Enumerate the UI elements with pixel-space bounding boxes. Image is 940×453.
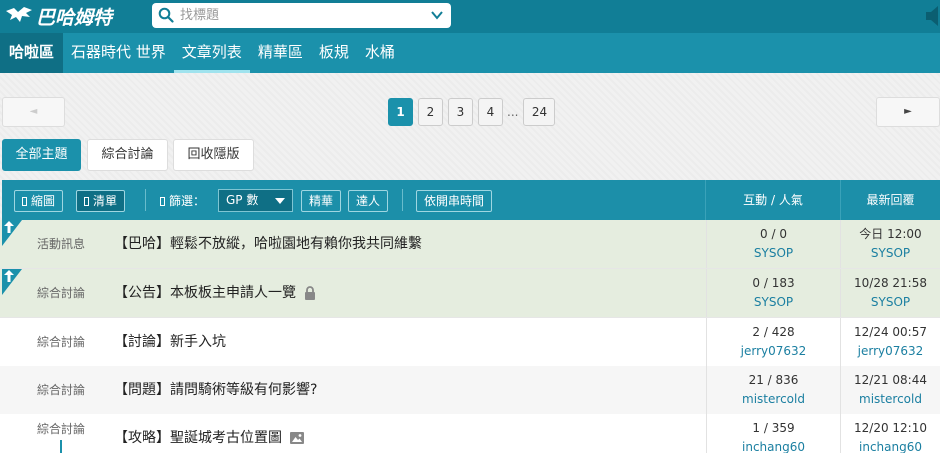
table-row[interactable]: 活動訊息 【巴哈】輕鬆不放縱，哈啦園地有賴你我共同維繫 0 / 0 SYSOP 今…	[0, 220, 940, 269]
filter-label: 篩選：	[160, 192, 205, 209]
lock-icon	[305, 286, 315, 300]
toolbar-divider	[402, 189, 403, 211]
row-author-link[interactable]: SYSOP	[707, 294, 840, 311]
page-ellipsis: ...	[507, 105, 519, 119]
toolbar-divider	[145, 189, 146, 211]
top-bar: 巴哈姆特	[0, 0, 940, 33]
row-category[interactable]: 綜合討論	[2, 318, 120, 366]
row-reply-time[interactable]: 今日 12:00	[841, 226, 940, 243]
prev-page-button[interactable]: ◄	[2, 97, 65, 127]
category-recycle-button[interactable]: 回收隱版	[173, 139, 254, 171]
row-stats: 0 / 0 SYSOP	[706, 220, 840, 268]
text-cursor	[60, 440, 62, 453]
row-author-link[interactable]: inchang60	[707, 439, 840, 453]
page-button[interactable]: 1	[388, 98, 413, 126]
search-input[interactable]	[180, 5, 420, 26]
image-icon	[290, 432, 304, 444]
chevron-down-icon[interactable]	[431, 9, 443, 21]
square-icon	[84, 197, 89, 206]
table-row[interactable]: 綜合討論 【攻略】聖誕城考古位置圖 1 / 359 inchang60 12/20…	[0, 414, 940, 453]
row-category[interactable]: 活動訊息	[2, 220, 120, 268]
row-title-text[interactable]: 【攻略】聖誕城考古位置圖	[114, 414, 282, 453]
row-stats-count: 1 / 359	[752, 421, 795, 435]
nav-item-essence[interactable]: 精華區	[250, 33, 311, 73]
row-title-text[interactable]: 【問題】請問騎術等級有何影響?	[114, 366, 317, 414]
page-button[interactable]: 2	[418, 98, 443, 126]
row-title[interactable]: 【攻略】聖誕城考古位置圖	[114, 414, 304, 453]
row-stats-count: 0 / 0	[760, 227, 787, 241]
last-page-button[interactable]: 24	[523, 98, 556, 126]
thumbnail-view-button[interactable]: 縮圖	[14, 190, 64, 212]
category-general-button[interactable]: 綜合討論	[87, 139, 168, 171]
row-last-user-link[interactable]: inchang60	[841, 439, 940, 453]
brand-name: 巴哈姆特	[36, 6, 113, 29]
speaker-icon[interactable]	[926, 5, 940, 27]
stats-column-header: 互動 / 人氣	[705, 180, 840, 220]
board-nav: 哈啦區 石器時代 世界 文章列表 精華區 板規 水桶	[0, 33, 940, 73]
next-page-button[interactable]: ►	[876, 97, 940, 127]
row-author-link[interactable]: jerry07632	[707, 343, 840, 360]
nav-item-board-name[interactable]: 石器時代 世界	[63, 33, 174, 73]
row-last-user-link[interactable]: mistercold	[841, 391, 940, 408]
page-button[interactable]: 4	[478, 98, 503, 126]
row-stats: 2 / 428 jerry07632	[706, 318, 840, 366]
row-stats-count: 21 / 836	[748, 373, 799, 387]
row-latest-reply: 12/21 08:44 mistercold	[840, 366, 940, 414]
pagination: 1 2 3 4 ... 24	[388, 98, 560, 126]
page-button[interactable]: 3	[448, 98, 473, 126]
list-toolbar: 縮圖 清單 篩選： GP 數 精華 達人 依開串時間 互動 / 人氣 最新回覆	[2, 180, 940, 220]
row-reply-time[interactable]: 12/21 08:44	[841, 372, 940, 389]
row-stats: 21 / 836 mistercold	[706, 366, 840, 414]
row-latest-reply: 12/20 12:10 inchang60	[840, 414, 940, 453]
row-stats-count: 0 / 183	[752, 276, 795, 290]
row-category[interactable]: 綜合討論	[2, 269, 120, 317]
row-title[interactable]: 【公告】本板板主申請人一覽	[114, 269, 316, 317]
row-last-user-link[interactable]: SYSOP	[841, 294, 940, 311]
row-last-user-link[interactable]: SYSOP	[841, 245, 940, 262]
row-reply-time[interactable]: 12/24 00:57	[841, 324, 940, 341]
essence-filter-button[interactable]: 精華	[301, 190, 342, 212]
table-row[interactable]: 綜合討論 【討論】新手入坑 2 / 428 jerry07632 12/24 00…	[0, 318, 940, 367]
row-last-user-link[interactable]: jerry07632	[841, 343, 940, 360]
table-row[interactable]: 綜合討論 【公告】本板板主申請人一覽 0 / 183 SYSOP 10/28 21…	[0, 269, 940, 318]
row-title-text[interactable]: 【公告】本板板主申請人一覽	[114, 269, 296, 317]
square-icon	[160, 197, 165, 206]
row-title-text[interactable]: 【討論】新手入坑	[114, 318, 226, 366]
nav-item-rules[interactable]: 板規	[311, 33, 357, 73]
list-view-button[interactable]: 清單	[76, 190, 126, 212]
category-all-button[interactable]: 全部主題	[2, 139, 81, 171]
row-stats: 1 / 359 inchang60	[706, 414, 840, 453]
row-stats: 0 / 183 SYSOP	[706, 269, 840, 317]
row-title[interactable]: 【討論】新手入坑	[114, 318, 226, 366]
row-title[interactable]: 【巴哈】輕鬆不放縱，哈啦園地有賴你我共同維繫	[114, 220, 422, 268]
square-icon	[22, 197, 27, 206]
row-stats-count: 2 / 428	[752, 325, 795, 339]
filter-label-text: 篩選：	[169, 194, 206, 208]
nav-item-article-list[interactable]: 文章列表	[173, 33, 250, 73]
row-title[interactable]: 【問題】請問騎術等級有何影響?	[114, 366, 317, 414]
sort-by-time-button[interactable]: 依開串時間	[416, 190, 493, 212]
thumbnail-view-label: 縮圖	[31, 194, 56, 208]
table-row[interactable]: 綜合討論 【問題】請問騎術等級有何影響? 21 / 836 mistercold …	[0, 366, 940, 415]
search-box[interactable]	[152, 3, 451, 28]
dragon-logo-icon	[6, 7, 32, 22]
row-title-text[interactable]: 【巴哈】輕鬆不放縱，哈啦園地有賴你我共同維繫	[114, 220, 422, 268]
nav-item-bucket[interactable]: 水桶	[357, 33, 403, 73]
row-latest-reply: 今日 12:00 SYSOP	[840, 220, 940, 268]
row-author-link[interactable]: mistercold	[707, 391, 840, 408]
gp-sort-select[interactable]: GP 數	[218, 189, 293, 212]
row-reply-time[interactable]: 12/20 12:10	[841, 420, 940, 437]
latest-reply-column-header: 最新回覆	[840, 180, 940, 220]
row-category[interactable]: 綜合討論	[2, 366, 120, 414]
row-reply-time[interactable]: 10/28 21:58	[841, 275, 940, 292]
list-view-label: 清單	[93, 194, 118, 208]
expert-filter-button[interactable]: 達人	[348, 190, 389, 212]
brand-logo[interactable]: 巴哈姆特	[4, 3, 112, 29]
nav-item-home[interactable]: 哈啦區	[0, 33, 64, 73]
row-latest-reply: 12/24 00:57 jerry07632	[840, 318, 940, 366]
row-author-link[interactable]: SYSOP	[707, 245, 840, 262]
row-latest-reply: 10/28 21:58 SYSOP	[840, 269, 940, 317]
search-icon[interactable]	[158, 7, 174, 23]
